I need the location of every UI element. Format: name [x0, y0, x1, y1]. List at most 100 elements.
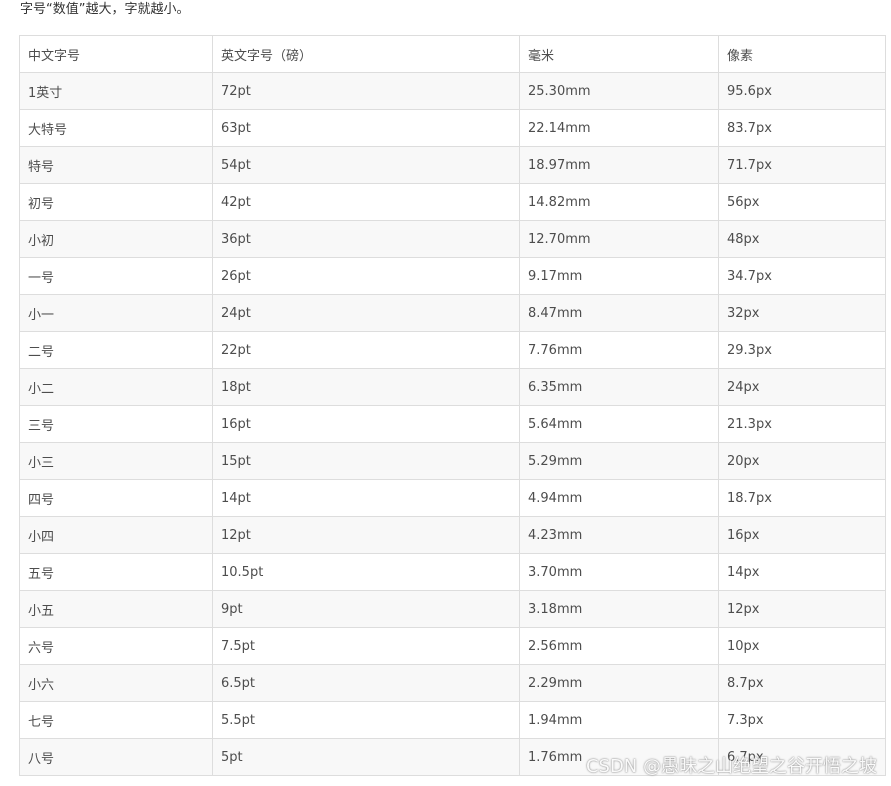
table-row: 五号 10.5pt 3.70mm 14px [19, 553, 886, 591]
cell-pixels: 12px [718, 590, 886, 628]
table-row: 小六 6.5pt 2.29mm 8.7px [19, 664, 886, 702]
cell-english-size-pt: 24pt [212, 294, 520, 332]
table-row: 小三 15pt 5.29mm 20px [19, 442, 886, 480]
cell-english-size-pt: 6.5pt [212, 664, 520, 702]
table-row: 特号 54pt 18.97mm 71.7px [19, 146, 886, 184]
cell-english-size-pt: 7.5pt [212, 627, 520, 665]
cell-chinese-size: 大特号 [19, 109, 213, 147]
cell-pixels: 83.7px [718, 109, 886, 147]
table-row: 初号 42pt 14.82mm 56px [19, 183, 886, 221]
table-row: 小四 12pt 4.23mm 16px [19, 516, 886, 554]
header-english-size-pt: 英文字号（磅） [212, 35, 520, 73]
cell-millimeters: 8.47mm [519, 294, 719, 332]
cell-millimeters: 5.29mm [519, 442, 719, 480]
cell-pixels: 10px [718, 627, 886, 665]
cell-chinese-size: 五号 [19, 553, 213, 591]
cell-millimeters: 7.76mm [519, 331, 719, 369]
cell-pixels: 16px [718, 516, 886, 554]
cell-pixels: 14px [718, 553, 886, 591]
cell-pixels: 29.3px [718, 331, 886, 369]
cell-english-size-pt: 72pt [212, 72, 520, 110]
cell-pixels: 34.7px [718, 257, 886, 295]
cell-english-size-pt: 36pt [212, 220, 520, 258]
cell-english-size-pt: 15pt [212, 442, 520, 480]
cell-millimeters: 3.70mm [519, 553, 719, 591]
cell-chinese-size: 初号 [19, 183, 213, 221]
cell-millimeters: 6.35mm [519, 368, 719, 406]
cell-chinese-size: 四号 [19, 479, 213, 517]
cell-pixels: 95.6px [718, 72, 886, 110]
table-row: 七号 5.5pt 1.94mm 7.3px [19, 701, 886, 739]
header-chinese-size: 中文字号 [19, 35, 213, 73]
cell-pixels: 20px [718, 442, 886, 480]
table-row: 六号 7.5pt 2.56mm 10px [19, 627, 886, 665]
table-row: 一号 26pt 9.17mm 34.7px [19, 257, 886, 295]
intro-text: 字号“数值”越大，字就越小。 [20, 2, 190, 17]
cell-millimeters: 18.97mm [519, 146, 719, 184]
table-row: 小二 18pt 6.35mm 24px [19, 368, 886, 406]
cell-millimeters: 5.64mm [519, 405, 719, 443]
cell-english-size-pt: 12pt [212, 516, 520, 554]
cell-millimeters: 9.17mm [519, 257, 719, 295]
cell-millimeters: 1.94mm [519, 701, 719, 739]
cell-chinese-size: 小一 [19, 294, 213, 332]
cell-pixels: 56px [718, 183, 886, 221]
cell-chinese-size: 二号 [19, 331, 213, 369]
cell-chinese-size: 小六 [19, 664, 213, 702]
cell-pixels: 7.3px [718, 701, 886, 739]
cell-pixels: 24px [718, 368, 886, 406]
cell-english-size-pt: 22pt [212, 331, 520, 369]
cell-english-size-pt: 10.5pt [212, 553, 520, 591]
cell-english-size-pt: 42pt [212, 183, 520, 221]
cell-millimeters: 4.23mm [519, 516, 719, 554]
cell-millimeters: 3.18mm [519, 590, 719, 628]
cell-millimeters: 4.94mm [519, 479, 719, 517]
cell-chinese-size: 小五 [19, 590, 213, 628]
cell-chinese-size: 三号 [19, 405, 213, 443]
cell-chinese-size: 1英寸 [19, 72, 213, 110]
cell-english-size-pt: 16pt [212, 405, 520, 443]
cell-chinese-size: 小三 [19, 442, 213, 480]
table-header-row: 中文字号 英文字号（磅） 毫米 像素 [19, 35, 886, 73]
header-pixels: 像素 [718, 35, 886, 73]
cell-english-size-pt: 5.5pt [212, 701, 520, 739]
cell-english-size-pt: 54pt [212, 146, 520, 184]
cell-millimeters: 2.56mm [519, 627, 719, 665]
table-row: 二号 22pt 7.76mm 29.3px [19, 331, 886, 369]
cell-chinese-size: 一号 [19, 257, 213, 295]
csdn-watermark: CSDN @愚昧之山绝望之谷开悟之坡 [585, 756, 877, 777]
cell-pixels: 21.3px [718, 405, 886, 443]
cell-english-size-pt: 14pt [212, 479, 520, 517]
header-millimeters: 毫米 [519, 35, 719, 73]
cell-english-size-pt: 5pt [212, 738, 520, 776]
font-size-table: 中文字号 英文字号（磅） 毫米 像素 1英寸 72pt 25.30mm 95.6px 大… [19, 35, 886, 776]
cell-chinese-size: 特号 [19, 146, 213, 184]
cell-chinese-size: 小四 [19, 516, 213, 554]
cell-chinese-size: 小初 [19, 220, 213, 258]
cell-english-size-pt: 63pt [212, 109, 520, 147]
cell-chinese-size: 小二 [19, 368, 213, 406]
cell-pixels: 8.7px [718, 664, 886, 702]
table-row: 大特号 63pt 22.14mm 83.7px [19, 109, 886, 147]
table-body: 1英寸 72pt 25.30mm 95.6px 大特号 63pt 22.14mm 83.7px… [19, 72, 886, 776]
cell-english-size-pt: 26pt [212, 257, 520, 295]
cell-millimeters: 22.14mm [519, 109, 719, 147]
cell-english-size-pt: 9pt [212, 590, 520, 628]
table-row: 小初 36pt 12.70mm 48px [19, 220, 886, 258]
cell-english-size-pt: 18pt [212, 368, 520, 406]
table-row: 三号 16pt 5.64mm 21.3px [19, 405, 886, 443]
table-row: 1英寸 72pt 25.30mm 95.6px [19, 72, 886, 110]
cell-pixels: 32px [718, 294, 886, 332]
table-row: 小一 24pt 8.47mm 32px [19, 294, 886, 332]
cell-chinese-size: 六号 [19, 627, 213, 665]
cell-millimeters: 12.70mm [519, 220, 719, 258]
cell-millimeters: 14.82mm [519, 183, 719, 221]
table-row: 四号 14pt 4.94mm 18.7px [19, 479, 886, 517]
cell-chinese-size: 七号 [19, 701, 213, 739]
cell-pixels: 71.7px [718, 146, 886, 184]
cell-millimeters: 25.30mm [519, 72, 719, 110]
cell-pixels: 48px [718, 220, 886, 258]
cell-chinese-size: 八号 [19, 738, 213, 776]
cell-millimeters: 2.29mm [519, 664, 719, 702]
table-row: 小五 9pt 3.18mm 12px [19, 590, 886, 628]
